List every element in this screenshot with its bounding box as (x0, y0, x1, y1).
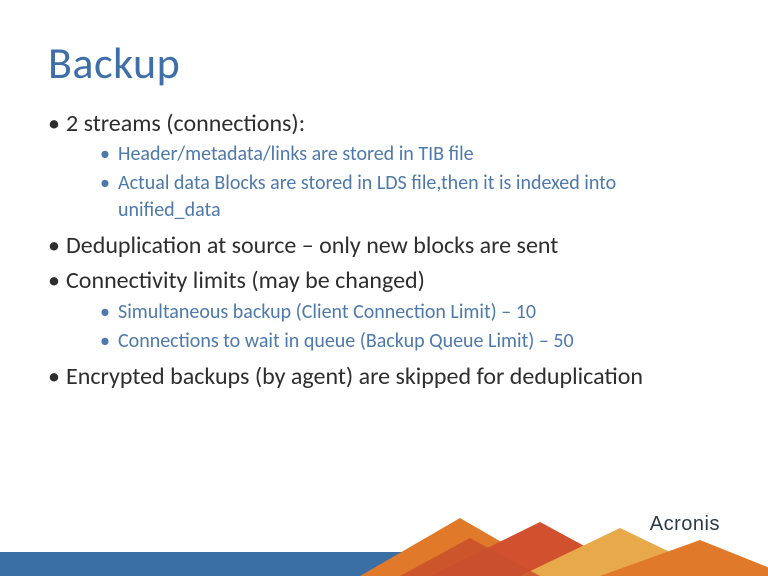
list-item: Simultaneous backup (Client Connection L… (66, 299, 720, 326)
list-item: Header/metadata/links are stored in TIB … (66, 141, 720, 168)
list-item: Connectivity limits (may be changed) Sim… (48, 265, 720, 354)
bullet-text: Connectivity limits (may be changed) (66, 266, 425, 295)
bullet-list: 2 streams (connections): Header/metadata… (48, 108, 720, 392)
list-item: 2 streams (connections): Header/metadata… (48, 108, 720, 224)
sub-list: Header/metadata/links are stored in TIB … (66, 141, 720, 224)
sub-list: Simultaneous backup (Client Connection L… (66, 299, 720, 355)
slide: Backup 2 streams (connections): Header/m… (0, 0, 768, 576)
bullet-text: Header/metadata/links are stored in TIB … (118, 142, 474, 166)
slide-title: Backup (48, 36, 180, 90)
bullet-text: Simultaneous backup (Client Connection L… (118, 300, 536, 324)
list-item: Connections to wait in queue (Backup Que… (66, 328, 720, 355)
list-item: Actual data Blocks are stored in LDS fil… (66, 170, 720, 224)
slide-content: 2 streams (connections): Header/metadata… (48, 108, 720, 396)
bullet-text: Deduplication at source – only new block… (66, 231, 558, 260)
brand-logo-text: Acronis (650, 513, 720, 536)
list-item: Deduplication at source – only new block… (48, 230, 720, 261)
list-item: Encrypted backups (by agent) are skipped… (48, 361, 720, 392)
bullet-text: Connections to wait in queue (Backup Que… (118, 329, 574, 353)
bullet-text: Actual data Blocks are stored in LDS fil… (118, 171, 616, 222)
bullet-text: Encrypted backups (by agent) are skipped… (66, 362, 643, 391)
bullet-text: 2 streams (connections): (66, 109, 305, 138)
